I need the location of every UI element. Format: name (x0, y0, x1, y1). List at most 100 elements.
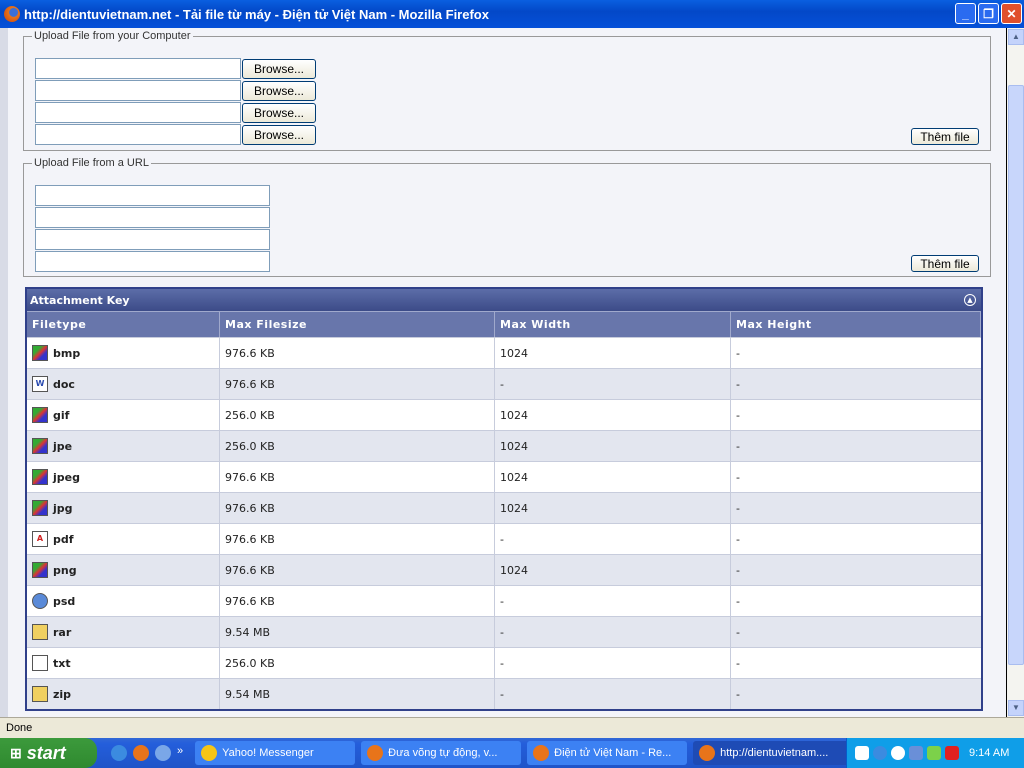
max-width-cell: 1024 (495, 462, 731, 492)
max-height-cell: - (736, 563, 740, 577)
status-bar: Done (0, 717, 1024, 738)
browse-button-1[interactable]: Browse... (242, 59, 316, 79)
max-filesize-cell: 976.6 KB (220, 586, 495, 616)
task-firefox-1[interactable]: Đưa võng tự động, v... (361, 741, 522, 765)
filetype-label: bmp (53, 346, 81, 360)
outlook-icon[interactable] (155, 745, 171, 761)
scroll-up-arrow-icon[interactable]: ▲ (1008, 29, 1024, 45)
filetype-label: png (53, 563, 77, 577)
browse-button-3[interactable]: Browse... (242, 103, 316, 123)
minimize-button[interactable]: _ (955, 3, 976, 24)
firefox-icon (4, 6, 20, 22)
add-file-button[interactable]: Thêm file (911, 128, 979, 145)
filetype-label: psd (53, 594, 76, 608)
filetype-label: jpg (53, 501, 73, 515)
filetype-cell: Wdoc (27, 369, 220, 399)
start-button[interactable]: ⊞ start (0, 738, 97, 768)
filetype-cell: txt (27, 648, 220, 678)
max-width-cell: - (495, 648, 731, 678)
table-row: zip 9.54 MB - - (27, 678, 981, 709)
filetype-label: rar (53, 625, 72, 639)
vertical-scrollbar[interactable]: ▲ ▼ (1006, 28, 1024, 717)
file-input-1[interactable] (35, 58, 241, 79)
max-width-cell: 1024 (495, 338, 731, 368)
chevron-icon[interactable]: » (177, 745, 183, 761)
task-label: Yahoo! Messenger (222, 747, 314, 759)
filetype-label: zip (53, 687, 72, 701)
browse-button-4[interactable]: Browse... (242, 125, 316, 145)
scroll-down-arrow-icon[interactable]: ▼ (1008, 700, 1024, 716)
max-filesize-cell: 976.6 KB (220, 524, 495, 554)
browse-button-2[interactable]: Browse... (242, 81, 316, 101)
max-height-cell: - (736, 470, 740, 484)
ie-icon[interactable] (111, 745, 127, 761)
file-input-4[interactable] (35, 124, 241, 145)
table-row: jpg 976.6 KB 1024 - (27, 492, 981, 523)
max-height-cell: - (736, 687, 740, 701)
word-icon: W (32, 376, 48, 392)
filetype-label: jpeg (53, 470, 80, 484)
task-firefox-3[interactable]: http://dientuvietnam.... (693, 741, 854, 765)
max-filesize-cell: 976.6 KB (220, 555, 495, 585)
filetype-cell: rar (27, 617, 220, 647)
close-button[interactable]: ✕ (1001, 3, 1022, 24)
filetype-cell: png (27, 555, 220, 585)
scroll-thumb[interactable] (1008, 85, 1024, 665)
restore-button[interactable]: ❐ (978, 3, 999, 24)
url-input-1[interactable] (35, 185, 270, 206)
table-row: jpeg 976.6 KB 1024 - (27, 461, 981, 492)
tray-expand-icon[interactable] (873, 746, 887, 760)
file-input-3[interactable] (35, 102, 241, 123)
table-row: psd 976.6 KB - - (27, 585, 981, 616)
image-icon (32, 562, 48, 578)
url-input-4[interactable] (35, 251, 270, 272)
antivirus-icon[interactable] (945, 746, 959, 760)
url-input-2[interactable] (35, 207, 270, 228)
task-label: Điện tử Việt Nam - Re... (554, 747, 672, 759)
clock: 9:14 AM (969, 747, 1010, 759)
image-icon (32, 407, 48, 423)
max-filesize-cell: 976.6 KB (220, 493, 495, 523)
table-row: rar 9.54 MB - - (27, 616, 981, 647)
table-row: txt 256.0 KB - - (27, 647, 981, 678)
max-filesize-cell: 9.54 MB (220, 617, 495, 647)
table-row: gif 256.0 KB 1024 - (27, 399, 981, 430)
max-width-cell: 1024 (495, 555, 731, 585)
windows-logo-icon: ⊞ (10, 744, 22, 761)
filetype-label: doc (53, 377, 75, 391)
filetype-cell: jpeg (27, 462, 220, 492)
header-filetype: Filetype (27, 312, 220, 337)
filetype-label: jpe (53, 439, 73, 453)
task-label: http://dientuvietnam.... (720, 747, 829, 759)
taskbar: ⊞ start » Yahoo! Messenger Đưa võng tự độ… (0, 738, 1024, 768)
header-max-width: Max Width (495, 312, 731, 337)
max-height-cell: - (736, 532, 740, 546)
help-icon[interactable] (855, 746, 869, 760)
collapse-icon[interactable]: ▲ (964, 294, 976, 306)
firefox-icon[interactable] (133, 745, 149, 761)
url-input-3[interactable] (35, 229, 270, 250)
column-headers: Filetype Max Filesize Max Width Max Heig… (27, 311, 981, 337)
add-url-button[interactable]: Thêm file (911, 255, 979, 272)
header-max-filesize: Max Filesize (220, 312, 495, 337)
file-input-2[interactable] (35, 80, 241, 101)
task-label: Đưa võng tự động, v... (388, 747, 498, 759)
max-height-cell: - (736, 594, 740, 608)
quick-launch: » (111, 745, 183, 761)
filetype-label: pdf (53, 532, 74, 546)
security-icon[interactable] (927, 746, 941, 760)
upload-url-legend: Upload File from a URL (34, 157, 149, 169)
text-file-icon (32, 655, 48, 671)
attachment-key-header: Attachment Key ▲ (27, 289, 981, 311)
task-yahoo-messenger[interactable]: Yahoo! Messenger (195, 741, 356, 765)
table-row: jpe 256.0 KB 1024 - (27, 430, 981, 461)
network-icon[interactable] (909, 746, 923, 760)
archive-icon (32, 686, 48, 702)
task-firefox-2[interactable]: Điện tử Việt Nam - Re... (527, 741, 688, 765)
messenger-icon[interactable] (891, 746, 905, 760)
image-icon (32, 438, 48, 454)
system-tray: 9:14 AM (846, 738, 1024, 768)
max-height-cell: - (736, 439, 740, 453)
max-width-cell: - (495, 369, 731, 399)
max-width-cell: 1024 (495, 400, 731, 430)
